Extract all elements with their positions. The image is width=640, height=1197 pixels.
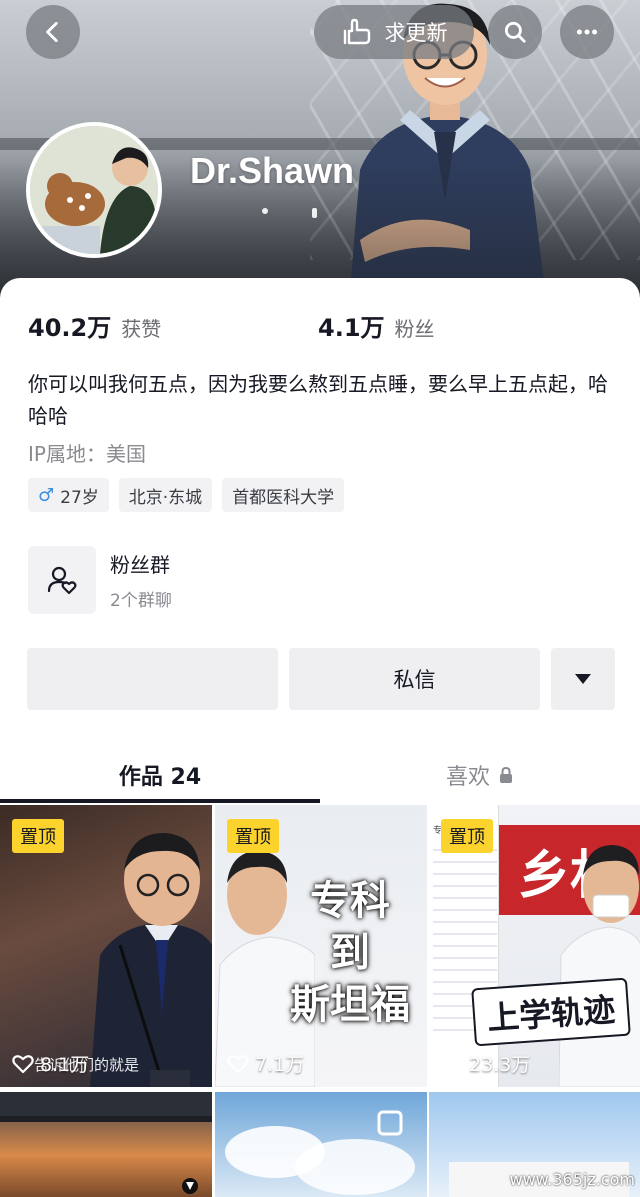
avatar[interactable] bbox=[26, 122, 162, 258]
tag-age: ♂ 27岁 bbox=[28, 478, 109, 512]
more-dots-icon bbox=[576, 29, 598, 35]
pinned-badge: 置顶 bbox=[227, 819, 279, 853]
request-update-label: 求更新 bbox=[384, 21, 448, 45]
fan-group-subtitle: 2个群聊 bbox=[110, 591, 172, 611]
ip-location: IP属地：美国 bbox=[28, 442, 146, 466]
fan-group-title: 粉丝群 bbox=[110, 553, 170, 577]
tab-works[interactable]: 作品 24 bbox=[0, 748, 320, 802]
tab-likes-label: 喜欢 bbox=[445, 765, 490, 790]
lock-icon bbox=[500, 766, 512, 783]
likes-count: 40.2万 bbox=[28, 314, 112, 342]
username: Dr.Shawn bbox=[190, 150, 355, 191]
verification-dots bbox=[262, 208, 317, 218]
video-title-overlay: 上学轨迹 bbox=[471, 977, 631, 1047]
back-button[interactable] bbox=[26, 5, 80, 59]
hand-point-icon bbox=[343, 18, 370, 45]
chevron-left-icon bbox=[46, 21, 58, 43]
video-likes-count: 7.1万 bbox=[255, 1054, 305, 1076]
male-symbol-icon: ♂ bbox=[38, 484, 55, 506]
fans-stat[interactable]: 4.1万 粉丝 bbox=[318, 308, 435, 343]
video-thumbnail-6[interactable]: www.365jz.com bbox=[429, 1092, 640, 1197]
video-thumbnail-3[interactable]: 乡村 专科学校 上学轨迹 置顶 23.3万 bbox=[429, 805, 640, 1087]
pinned-badge: 置顶 bbox=[441, 819, 493, 853]
profile-cover: 求更新 Dr.Shawn bbox=[0, 0, 640, 300]
tag-school[interactable]: 首都医科大学 bbox=[222, 478, 345, 512]
fan-group-icon-box bbox=[28, 546, 96, 614]
video-thumbnail-2[interactable]: 专科到斯坦福 置顶 7.1万 bbox=[215, 805, 427, 1087]
sky-scene bbox=[225, 1110, 415, 1195]
likes-stat[interactable]: 40.2万 获赞 bbox=[28, 308, 161, 343]
doctor-figure bbox=[559, 845, 640, 1087]
video-likes: 7.1万 bbox=[227, 1050, 304, 1077]
tag-location-label: 北京·东城 bbox=[128, 487, 203, 508]
avatar-photo bbox=[30, 126, 158, 254]
bio-text: 你可以叫我何五点，因为我要么熬到五点睡，要么早上五点起，哈哈哈 bbox=[28, 372, 608, 428]
profile-actions: 私信 bbox=[27, 648, 615, 710]
heart-icon bbox=[441, 1054, 463, 1073]
video-likes-count: 23.3万 bbox=[469, 1054, 531, 1076]
fans-label: 粉丝 bbox=[394, 317, 435, 341]
fan-group-entry[interactable]: 粉丝群 2个群聊 bbox=[28, 546, 172, 614]
search-button[interactable] bbox=[488, 5, 542, 59]
video-thumbnail-1[interactable]: 置顶 告诉他们的就是 8.1万 bbox=[0, 805, 212, 1087]
more-button[interactable] bbox=[560, 5, 614, 59]
request-update-button[interactable]: 求更新 bbox=[314, 5, 474, 59]
search-icon bbox=[504, 21, 526, 43]
profile-tags: ♂ 27岁 北京·东城 首都医科大学 bbox=[28, 478, 345, 512]
video-likes-count: 8.1万 bbox=[40, 1054, 90, 1076]
follow-button[interactable] bbox=[27, 648, 278, 710]
tag-school-label: 首都医科大学 bbox=[232, 487, 335, 508]
video-likes: 8.1万 bbox=[12, 1050, 89, 1077]
user-heart-icon bbox=[47, 566, 77, 595]
tag-age-label: 27岁 bbox=[60, 487, 99, 508]
more-actions-dropdown[interactable] bbox=[551, 648, 615, 710]
pinned-badge: 置顶 bbox=[12, 819, 64, 853]
fans-count: 4.1万 bbox=[318, 314, 385, 342]
heart-icon bbox=[12, 1054, 34, 1073]
profile-stats: 40.2万 获赞 4.1万 粉丝 bbox=[28, 308, 435, 343]
video-title-overlay: 专科到斯坦福 bbox=[290, 878, 410, 1028]
video-likes: 23.3万 bbox=[441, 1050, 530, 1077]
sunset-scene bbox=[0, 1092, 212, 1194]
message-button[interactable]: 私信 bbox=[289, 648, 540, 710]
video-thumbnail-4[interactable] bbox=[0, 1092, 212, 1197]
active-tab-indicator bbox=[0, 799, 320, 803]
watermark-text: www.365jz.com bbox=[509, 1170, 635, 1189]
video-grid: 置顶 告诉他们的就是 8.1万 专科到斯坦福 置顶 7.1万 乡村 上学轨迹 置… bbox=[0, 805, 640, 1197]
tag-location: 北京·东城 bbox=[118, 478, 213, 512]
content-tabs: 作品 24 喜欢 bbox=[0, 748, 640, 802]
video-thumbnail-5[interactable] bbox=[215, 1092, 427, 1197]
triangle-down-icon bbox=[575, 674, 591, 684]
tab-likes[interactable]: 喜欢 bbox=[320, 748, 640, 802]
heart-icon bbox=[227, 1054, 249, 1073]
speaker-figure bbox=[90, 833, 212, 1087]
likes-label: 获赞 bbox=[121, 317, 162, 341]
